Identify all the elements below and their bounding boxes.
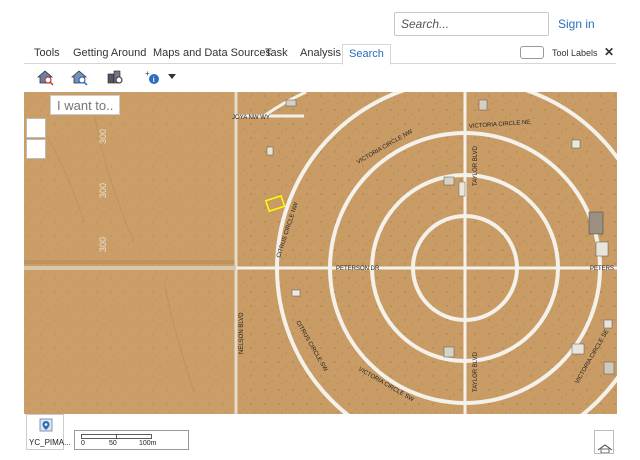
zoom-in-button[interactable]: [26, 118, 46, 138]
svg-text:i: i: [153, 77, 155, 84]
dropdown-caret-icon[interactable]: [164, 68, 182, 86]
close-icon[interactable]: ✕: [604, 45, 614, 59]
tab-maps-and-data-sources[interactable]: Maps and Data Sources: [153, 47, 271, 59]
scale-tick-label: 50: [109, 440, 117, 447]
parcel-number: 300: [98, 237, 108, 252]
street-label-taylor-s: TAYLOR BLVD: [473, 351, 479, 392]
legend-label: YC_PIMA...: [29, 438, 71, 447]
street-label-nelson: NELSON BLVD: [239, 312, 245, 354]
tool-labels-toggle[interactable]: [520, 46, 544, 59]
map-pin-icon: [39, 418, 53, 432]
toolbar: + i: [24, 64, 616, 92]
tab-task[interactable]: Task: [265, 47, 288, 59]
scale-tick-label: 0: [81, 440, 85, 447]
tool-labels-label: Tool Labels: [552, 48, 598, 58]
parcel-number: 300: [98, 183, 108, 198]
home-icon: [597, 444, 613, 453]
tab-tools[interactable]: Tools: [34, 47, 60, 59]
street-label-peterson: PETERSON DR: [336, 266, 380, 272]
house-search-icon[interactable]: [36, 68, 54, 86]
zoom-out-button[interactable]: [26, 139, 46, 159]
top-bar: Sign in: [0, 0, 640, 44]
info-add-icon[interactable]: + i: [144, 68, 162, 86]
map-view[interactable]: 300 300 300 JOYA NW WY VICTORIA CIRCLE N…: [24, 92, 617, 414]
search-input[interactable]: [394, 12, 549, 36]
svg-text:+: +: [145, 69, 150, 78]
scale-bar: 0 50 100m: [74, 430, 189, 450]
signin-link[interactable]: Sign in: [558, 17, 595, 31]
buildings-search-icon[interactable]: [106, 68, 124, 86]
scale-tick-label: 100m: [139, 440, 157, 447]
tab-search[interactable]: Search: [342, 44, 391, 65]
layer-legend-button[interactable]: YC_PIMA...: [26, 414, 71, 450]
home-button[interactable]: [594, 430, 614, 454]
street-label-joya: JOYA NW WY: [232, 115, 270, 121]
aerial-map[interactable]: 300 300 300 JOYA NW WY VICTORIA CIRCLE N…: [24, 92, 617, 414]
tab-analysis[interactable]: Analysis: [300, 47, 341, 59]
tab-getting-around[interactable]: Getting Around: [73, 47, 146, 59]
i-want-to-input[interactable]: [50, 95, 120, 115]
parcel-number: 300: [98, 129, 108, 144]
street-label-taylor-n: TAYLOR BLVD: [473, 145, 479, 186]
street-label-peterson-east: PETERS: [590, 266, 614, 272]
house-search-alt-icon[interactable]: [70, 68, 88, 86]
